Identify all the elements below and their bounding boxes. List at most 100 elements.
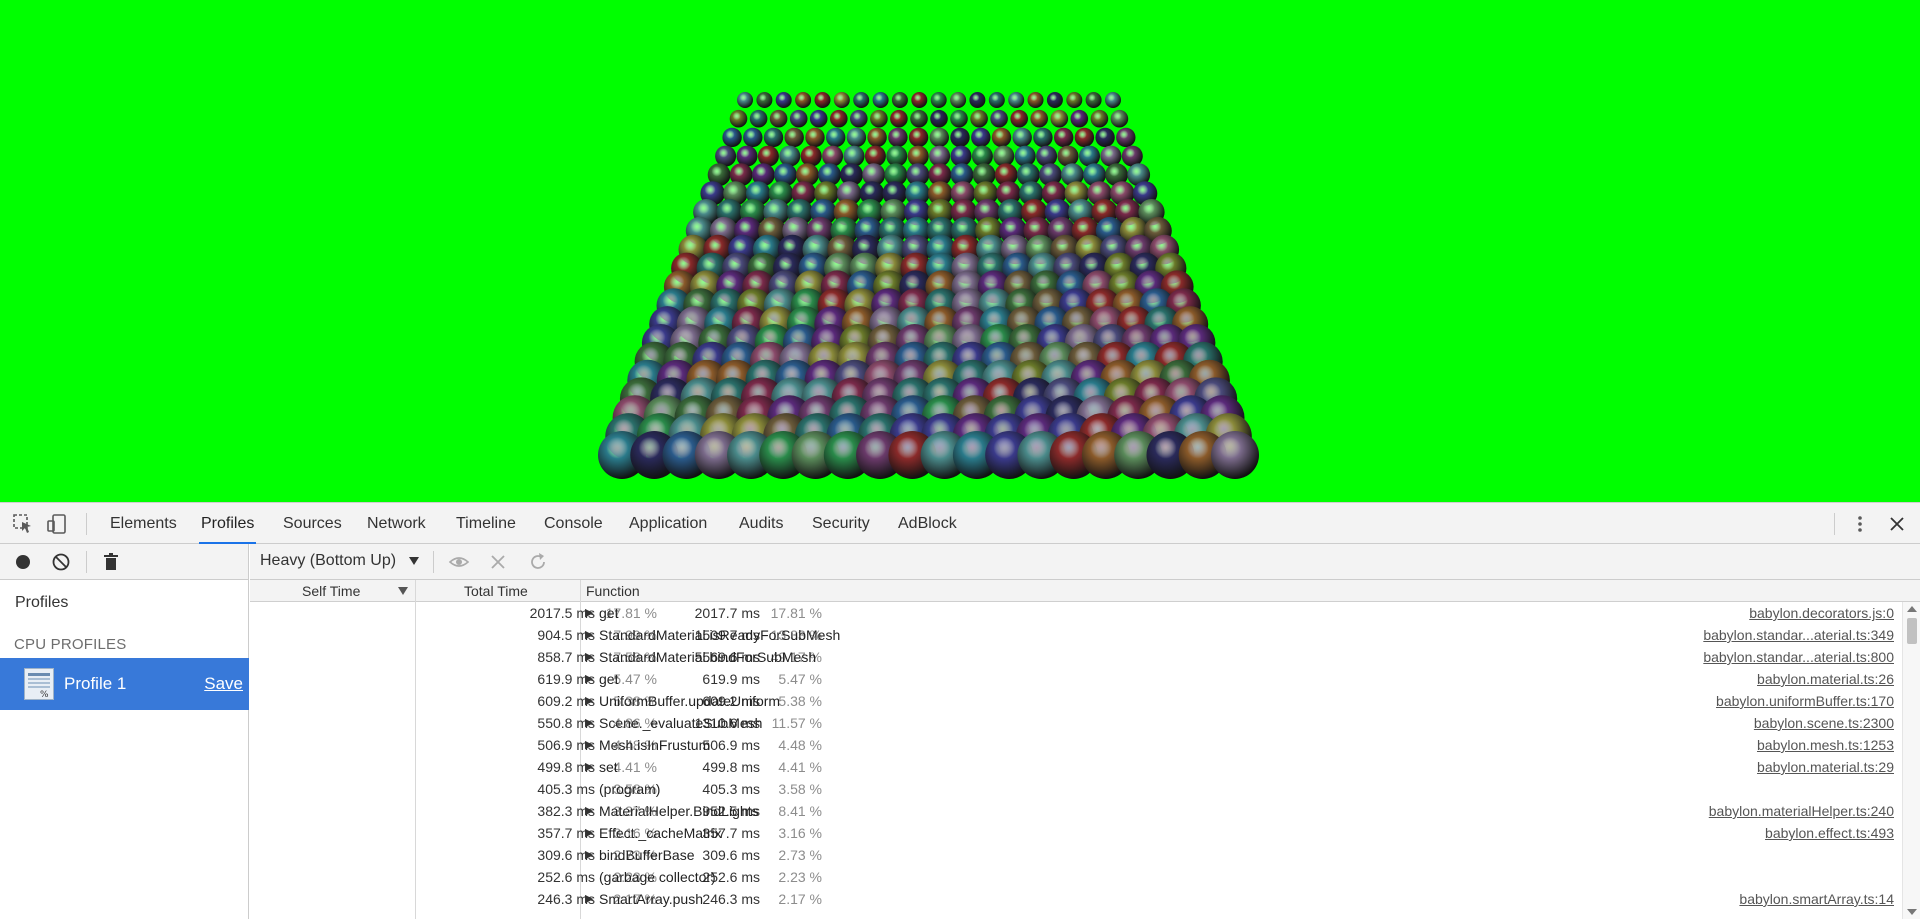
profiles-sidebar: Profiles CPU PROFILES % Profile 1 Save — [0, 544, 249, 919]
table-row[interactable]: 382.3 ms 3.37 % 952.5 ms 8.41 % ▶ MaterialHel… — [250, 800, 1902, 822]
expand-arrow-icon[interactable]: ▶ — [585, 756, 597, 778]
svg-text:%: % — [40, 690, 49, 699]
scroll-thumb[interactable] — [1907, 618, 1917, 644]
save-profile-link[interactable]: Save — [204, 674, 243, 694]
self-time-header[interactable]: Self Time — [302, 580, 360, 602]
sphere — [805, 127, 825, 148]
sphere — [1036, 145, 1058, 167]
source-link[interactable]: babylon.material.ts:29 — [1757, 756, 1894, 778]
source-link[interactable]: babylon.decorators.js:0 — [1749, 602, 1894, 624]
expand-arrow-icon[interactable]: ▶ — [585, 888, 597, 910]
restore-icon[interactable] — [527, 551, 549, 573]
record-icon[interactable] — [12, 551, 34, 573]
sphere — [756, 92, 773, 108]
function-name: MaterialHelper.BindLights — [599, 803, 759, 819]
source-link[interactable]: babylon.material.ts:26 — [1757, 668, 1894, 690]
table-row[interactable]: 405.3 ms 3.58 % 405.3 ms 3.58 % (program) — [250, 778, 1902, 800]
sphere — [867, 127, 887, 148]
table-row[interactable]: 619.9 ms 5.47 % 619.9 ms 5.47 % ▶ get babylon.… — [250, 668, 1902, 690]
sphere — [1030, 109, 1048, 128]
inspect-element-icon[interactable] — [12, 513, 34, 535]
scroll-down-icon[interactable] — [1907, 909, 1917, 915]
tab-timeline[interactable]: Timeline — [454, 503, 518, 544]
sphere — [930, 109, 948, 128]
profile-item[interactable]: % Profile 1 Save — [0, 658, 249, 710]
device-toggle-icon[interactable] — [46, 513, 68, 535]
source-link[interactable]: babylon.smartArray.ts:14 — [1739, 888, 1894, 910]
view-mode-select[interactable]: Heavy (Bottom Up) — [260, 552, 419, 570]
self-time-ms: 904.5 ms — [537, 627, 595, 643]
sphere — [970, 109, 988, 128]
profile-icon: % — [24, 668, 54, 700]
expand-arrow-icon[interactable]: ▶ — [585, 668, 597, 690]
trash-icon[interactable] — [100, 551, 122, 573]
clear-icon[interactable] — [50, 551, 72, 573]
focus-icon[interactable] — [448, 551, 470, 573]
expand-arrow-icon[interactable]: ▶ — [585, 734, 597, 756]
function-name: set — [599, 759, 618, 775]
expand-arrow-icon[interactable]: ▶ — [585, 712, 597, 734]
total-time-header[interactable]: Total Time — [464, 580, 528, 602]
table-row[interactable]: 550.8 ms 4.86 % 1310.6 ms 11.57 % ▶ Scene._ev… — [250, 712, 1902, 734]
source-link[interactable]: babylon.standar...aterial.ts:800 — [1703, 646, 1894, 668]
self-time-ms: 619.9 ms — [537, 671, 595, 687]
tab-profiles[interactable]: Profiles — [199, 503, 257, 544]
function-name: UniformBuffer.updateUniform — [599, 693, 781, 709]
sphere — [1110, 109, 1129, 128]
table-row[interactable]: 357.7 ms 3.16 % 357.7 ms 3.16 % ▶ Effect._cac… — [250, 822, 1902, 844]
total-time-pct: 2.23 % — [778, 869, 822, 885]
source-link[interactable]: babylon.materialHelper.ts:240 — [1709, 800, 1894, 822]
tab-sources[interactable]: Sources — [281, 503, 344, 544]
function-name: get — [599, 605, 619, 621]
source-link[interactable]: babylon.scene.ts:2300 — [1754, 712, 1894, 734]
source-link[interactable]: babylon.mesh.ts:1253 — [1757, 734, 1894, 756]
self-time-ms: 405.3 ms — [537, 781, 595, 797]
tab-application[interactable]: Application — [627, 503, 709, 544]
tab-console[interactable]: Console — [542, 503, 605, 544]
render-canvas[interactable] — [0, 0, 1920, 502]
exclude-icon[interactable] — [487, 551, 509, 573]
table-row[interactable]: 609.2 ms 5.38 % 609.2 ms 5.38 % ▶ UniformBuff… — [250, 690, 1902, 712]
source-link[interactable]: babylon.standar...aterial.ts:349 — [1703, 624, 1894, 646]
profile-grid-body: 2017.5 ms 17.81 % 2017.7 ms 17.81 % ▶ get baby… — [250, 602, 1902, 919]
more-vert-icon[interactable] — [1849, 513, 1871, 535]
expand-arrow-icon[interactable]: ▶ — [585, 822, 597, 844]
tab-elements[interactable]: Elements — [108, 503, 179, 544]
total-time-pct: 2.17 % — [778, 891, 822, 907]
toolbar-divider — [86, 513, 87, 535]
table-row[interactable]: 499.8 ms 4.41 % 499.8 ms 4.41 % ▶ set babylon.… — [250, 756, 1902, 778]
sphere — [971, 127, 991, 148]
expand-arrow-icon[interactable]: ▶ — [585, 624, 597, 646]
table-row[interactable]: 2017.5 ms 17.81 % 2017.7 ms 17.81 % ▶ get baby… — [250, 602, 1902, 624]
sphere — [969, 92, 986, 108]
sphere — [870, 109, 888, 128]
total-time-pct: 11.57 % — [771, 715, 822, 731]
sphere — [763, 127, 784, 148]
scroll-up-icon[interactable] — [1907, 606, 1917, 612]
table-row[interactable]: 252.6 ms 2.23 % 252.6 ms 2.23 % (garbage col… — [250, 866, 1902, 888]
expand-arrow-icon[interactable]: ▶ — [585, 844, 597, 866]
total-time-pct: 4.48 % — [778, 737, 822, 753]
table-row[interactable]: 858.7 ms 7.58 % 5569.6 ms 49.17 % ▶ StandardM… — [250, 646, 1902, 668]
function-header[interactable]: Function — [586, 580, 640, 602]
total-time-ms: 405.3 ms — [702, 781, 760, 797]
table-row[interactable]: 309.6 ms 2.73 % 309.6 ms 2.73 % ▶ bindBufferB… — [250, 844, 1902, 866]
self-time-ms: 499.8 ms — [537, 759, 595, 775]
close-icon[interactable] — [1886, 513, 1908, 535]
tab-network[interactable]: Network — [365, 503, 428, 544]
tab-audits[interactable]: Audits — [737, 503, 785, 544]
expand-arrow-icon[interactable]: ▶ — [585, 690, 597, 712]
source-link[interactable]: babylon.uniformBuffer.ts:170 — [1716, 690, 1894, 712]
sphere — [775, 92, 792, 108]
grid-scrollbar[interactable] — [1902, 602, 1920, 919]
sphere — [1105, 92, 1121, 108]
expand-arrow-icon[interactable]: ▶ — [585, 800, 597, 822]
expand-arrow-icon[interactable]: ▶ — [585, 602, 597, 624]
table-row[interactable]: 506.9 ms 4.48 % 506.9 ms 4.48 % ▶ Mesh.isInFr… — [250, 734, 1902, 756]
expand-arrow-icon[interactable]: ▶ — [585, 646, 597, 668]
tab-security[interactable]: Security — [810, 503, 872, 544]
source-link[interactable]: babylon.effect.ts:493 — [1765, 822, 1894, 844]
table-row[interactable]: 246.3 ms 2.17 % 246.3 ms 2.17 % ▶ SmartArray.… — [250, 888, 1902, 910]
tab-adblock[interactable]: AdBlock — [896, 503, 959, 544]
table-row[interactable]: 904.5 ms 7.99 % 1509.7 ms 13.33 % ▶ StandardM… — [250, 624, 1902, 646]
